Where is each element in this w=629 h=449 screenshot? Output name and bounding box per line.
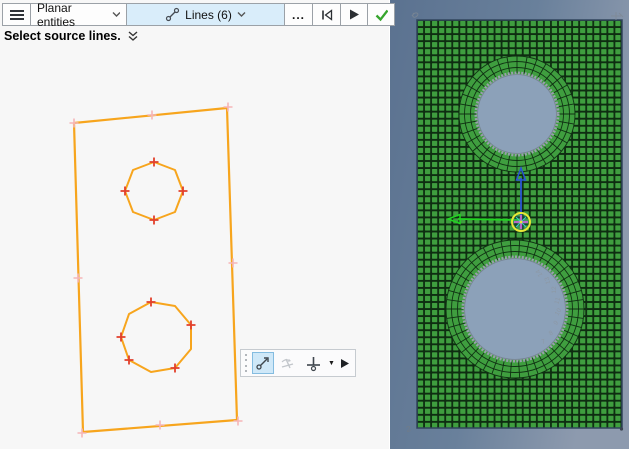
endpoint-marker: [234, 417, 243, 426]
source-circle-polygon-2[interactable]: [121, 302, 191, 372]
play-icon: [348, 8, 360, 21]
graphics-viewport[interactable]: 78910111213142: [390, 0, 629, 449]
prompt-text: Select source lines.: [4, 29, 121, 43]
selection-label: Lines (6): [185, 8, 232, 22]
entity-filter-label: Planar entities: [37, 1, 107, 29]
endpoint-marker: [78, 429, 87, 438]
dropdown-caret-icon[interactable]: ▼: [328, 360, 335, 367]
endpoint-marker: [147, 298, 156, 307]
mini-play-button[interactable]: [339, 352, 352, 374]
accept-button[interactable]: [368, 4, 394, 25]
double-chevron-down-icon[interactable]: [127, 31, 139, 42]
normal-to-plane-button[interactable]: [303, 352, 324, 374]
hole-bottom[interactable]: 7891011121314: [446, 240, 584, 378]
normal-axis-icon: [305, 355, 322, 372]
skip-to-start-button[interactable]: [313, 4, 341, 25]
more-options-label: ...: [292, 8, 305, 22]
endpoint-marker: [125, 356, 134, 365]
endpoint-marker: [121, 187, 130, 196]
hamburger-icon: [10, 10, 24, 20]
endpoint-marker: [179, 187, 188, 196]
menu-button[interactable]: [3, 4, 31, 25]
boundary-rectangle[interactable]: [74, 108, 237, 432]
node-label: 12: [551, 286, 558, 294]
endpoint-marker: [70, 119, 79, 128]
entity-filter-dropdown[interactable]: Planar entities: [31, 4, 127, 25]
dialog-panel: Planar entities Lines (6) ...: [0, 0, 389, 449]
endpoint-marker: [117, 333, 126, 342]
select-vector-button[interactable]: [252, 352, 274, 374]
selection-list-dropdown[interactable]: Lines (6): [127, 4, 285, 25]
more-options-button[interactable]: ...: [285, 4, 313, 25]
flip-direction-icon: [279, 355, 297, 371]
selection-toolbar: Planar entities Lines (6) ...: [2, 3, 395, 26]
mesh-view-canvas[interactable]: 78910111213142: [390, 0, 629, 449]
flip-direction-button[interactable]: [278, 352, 299, 374]
hole-top[interactable]: [459, 56, 575, 172]
origin-symbol[interactable]: [512, 213, 530, 231]
endpoint-marker: [150, 216, 159, 225]
skip-to-start-icon: [319, 8, 334, 22]
chevron-down-icon: [112, 11, 120, 18]
endpoint-marker: [156, 421, 165, 430]
line-segment-icon: [165, 7, 180, 22]
endpoint-marker: [229, 259, 238, 268]
endpoint-marker: [148, 111, 157, 120]
endpoint-marker: [74, 274, 83, 283]
mini-selection-toolbar: ▼: [240, 349, 356, 377]
status-prompt: Select source lines.: [4, 29, 139, 43]
play-icon: [340, 358, 350, 369]
vector-arrow-icon: [255, 355, 271, 371]
endpoint-marker: [150, 158, 159, 167]
toolbar-grip-handle[interactable]: [244, 354, 248, 372]
chevron-down-icon: [237, 11, 246, 18]
endpoint-marker: [224, 103, 233, 112]
check-icon: [374, 8, 388, 22]
sketch-canvas[interactable]: [0, 0, 389, 449]
source-circle-polygon-1[interactable]: [125, 162, 183, 220]
play-button[interactable]: [341, 4, 368, 25]
